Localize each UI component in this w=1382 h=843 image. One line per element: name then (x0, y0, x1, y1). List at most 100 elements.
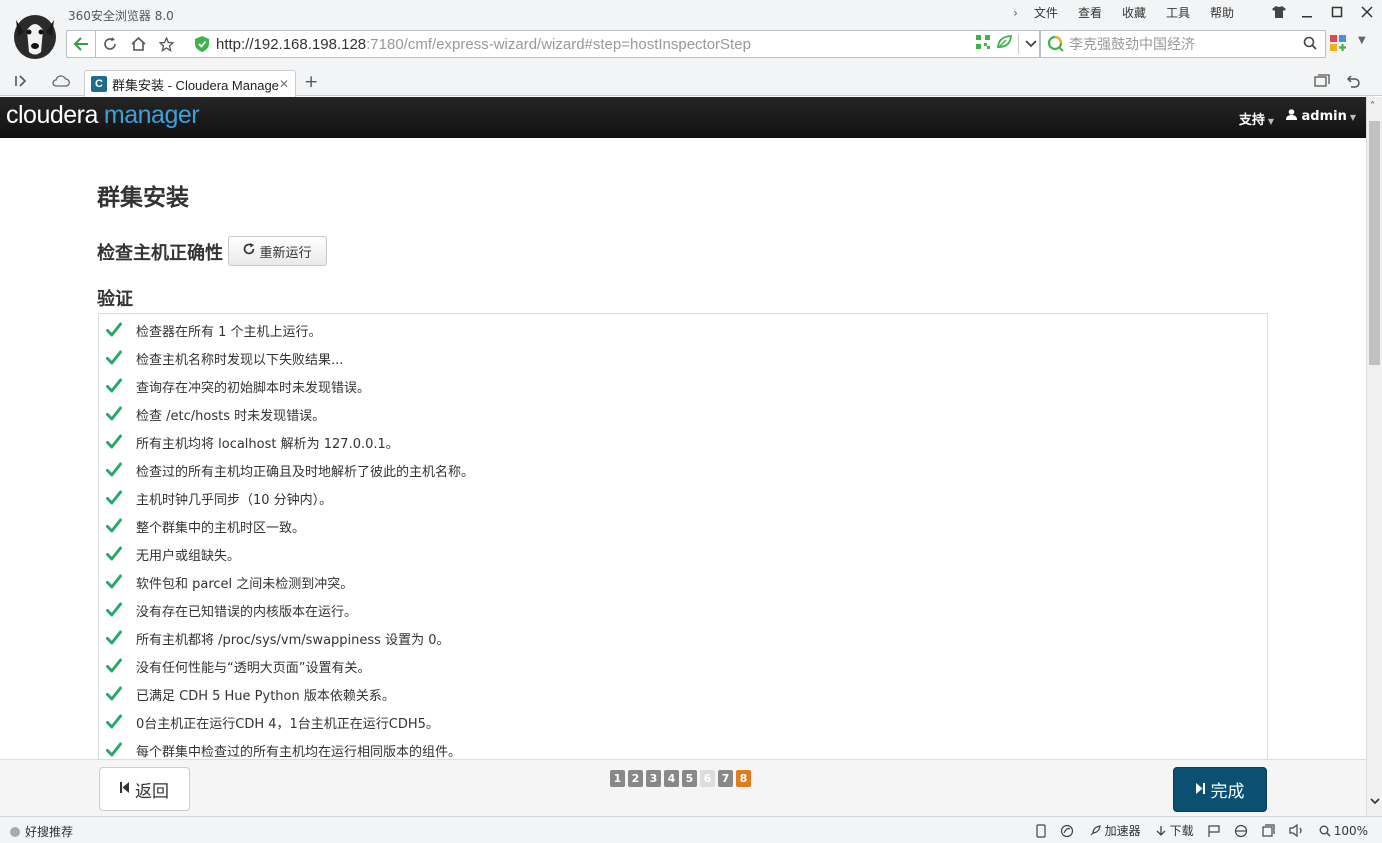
check-icon (106, 490, 122, 506)
check-icon (106, 518, 122, 534)
check-icon (106, 350, 122, 366)
ie-icon[interactable] (1234, 824, 1248, 838)
zoom-icon (1319, 825, 1331, 837)
star-icon[interactable] (152, 30, 180, 58)
check-text: 每个群集中检查过的所有主机均在运行相同版本的组件。 (136, 744, 462, 760)
status-left[interactable]: 好搜推荐 (10, 823, 73, 840)
accelerator-item[interactable]: 加速器 (1088, 822, 1141, 839)
menu-view[interactable]: 查看 (1068, 5, 1112, 21)
validation-list: 检查器在所有 1 个主机上运行。 检查主机名称时发现以下失败结果... 查询存在冲突… (99, 314, 1267, 759)
address-bar[interactable]: http://192.168.198.128:7180/cmf/express-… (180, 30, 1038, 58)
list-item: 所有主机均将 localhost 解析为 127.0.0.1。 (99, 428, 1267, 456)
scroll-down-icon[interactable] (1370, 797, 1380, 808)
wizard-footer: 返回 12345678 完成 (0, 759, 1366, 816)
finish-button[interactable]: 完成 (1173, 767, 1267, 812)
user-name: admin (1301, 109, 1347, 124)
support-menu[interactable]: 支持 ▼ (1239, 109, 1274, 128)
caret-down-icon: ▼ (1267, 117, 1274, 126)
check-text: 无用户或组缺失。 (136, 548, 241, 564)
check-text: 检查过的所有主机均正确且及时地解析了彼此的主机名称。 (136, 464, 475, 480)
scroll-up-icon[interactable]: ˄ (1370, 101, 1375, 112)
list-item: 无用户或组缺失。 (99, 540, 1267, 568)
tab-close-icon[interactable]: ✕ (279, 77, 289, 91)
tab-bar: C 群集安装 - Cloudera Manage ✕ + (0, 68, 1382, 97)
check-icon (106, 742, 122, 758)
check-text: 所有主机都将 /proc/sys/vm/swappiness 设置为 0。 (136, 632, 450, 648)
check-icon (106, 462, 122, 478)
qr-code-icon[interactable] (976, 35, 990, 53)
list-item: 已满足 CDH 5 Hue Python 版本依赖关系。 (99, 680, 1267, 708)
browser-tab[interactable]: C 群集安装 - Cloudera Manage ✕ (84, 70, 296, 97)
caret-down-icon[interactable]: ▼ (1358, 35, 1366, 46)
check-icon (106, 322, 122, 338)
maximize-icon[interactable] (1322, 0, 1352, 24)
step-2[interactable]: 2 (628, 770, 643, 787)
search-input[interactable]: 李克强鼓劲中国经济 (1040, 30, 1326, 58)
minimize-icon[interactable] (1292, 0, 1322, 24)
search-icon[interactable] (1303, 36, 1317, 53)
status-left-label: 好搜推荐 (25, 825, 74, 839)
apps-grid-icon[interactable] (1330, 35, 1348, 57)
scrollbar-thumb[interactable] (1369, 121, 1380, 365)
check-icon (106, 546, 122, 562)
check-text: 所有主机均将 localhost 解析为 127.0.0.1。 (136, 436, 399, 452)
back-arrow-icon[interactable] (66, 30, 96, 58)
step-4[interactable]: 4 (664, 770, 679, 787)
step-8[interactable]: 8 (736, 770, 751, 787)
new-tab-icon[interactable]: + (304, 72, 318, 92)
zoom-item[interactable]: 100% (1319, 824, 1368, 838)
user-avatar[interactable] (12, 10, 58, 60)
search-engine-icon[interactable] (1047, 35, 1065, 53)
home-icon[interactable] (124, 30, 152, 58)
flag-icon[interactable] (1208, 824, 1220, 837)
zoom-label: 100% (1333, 823, 1368, 838)
list-item: 检查过的所有主机均正确且及时地解析了彼此的主机名称。 (99, 456, 1267, 484)
user-menu[interactable]: admin ▼ (1285, 109, 1356, 124)
step-1[interactable]: 1 (610, 770, 625, 787)
check-icon (106, 714, 122, 730)
address-row: http://192.168.198.128:7180/cmf/express-… (66, 30, 1372, 58)
chevron-right-icon[interactable]: › (1013, 5, 1024, 21)
rerun-button[interactable]: 重新运行 (228, 236, 327, 266)
back-label: 返回 (135, 781, 169, 802)
vertical-scrollbar[interactable]: ˄ (1366, 97, 1382, 816)
menu-file[interactable]: 文件 (1024, 5, 1068, 21)
search-placeholder: 李克强鼓劲中国经济 (1069, 36, 1195, 52)
cloudera-favicon-icon: C (91, 76, 107, 92)
menu-tools[interactable]: 工具 (1156, 5, 1200, 21)
list-item: 整个群集中的主机时区一致。 (99, 512, 1267, 540)
cloud-icon[interactable] (52, 74, 70, 92)
leaf-icon[interactable] (996, 35, 1012, 53)
refresh-icon[interactable] (96, 30, 124, 58)
sidebar-toggle-icon[interactable] (14, 74, 28, 92)
close-icon[interactable] (1352, 0, 1382, 24)
check-text: 检查主机名称时发现以下失败结果... (136, 352, 344, 368)
step-7[interactable]: 7 (718, 770, 733, 787)
menu-help[interactable]: 帮助 (1200, 5, 1244, 21)
check-text: 检查 /etc/hosts 时未发现错误。 (136, 408, 326, 424)
url-host: http://192.168.198.128 (216, 35, 367, 53)
check-icon (106, 686, 122, 702)
chevron-down-icon[interactable] (1025, 37, 1037, 52)
rerun-label: 重新运行 (259, 245, 312, 261)
back-button[interactable]: 返回 (99, 767, 190, 811)
check-icon (106, 602, 122, 618)
step-6[interactable]: 6 (700, 770, 715, 787)
status-right: 加速器 下载 100% (1036, 822, 1368, 839)
step-5[interactable]: 5 (682, 770, 697, 787)
download-icon (1156, 825, 1166, 836)
undo-close-icon[interactable] (1346, 74, 1360, 92)
shield-status-icon[interactable] (1060, 824, 1074, 838)
download-item[interactable]: 下载 (1155, 822, 1194, 839)
page-content: 群集安装 检查主机正确性 重新运行 验证 检查器在所有 1 个主机上运行。 检查主… (0, 138, 1366, 759)
restore-tabs-icon[interactable] (1314, 74, 1330, 92)
volume-icon[interactable] (1289, 824, 1305, 837)
user-icon (1285, 109, 1302, 124)
skin-icon[interactable] (1266, 0, 1292, 24)
step-3[interactable]: 3 (646, 770, 661, 787)
menu-favorites[interactable]: 收藏 (1112, 5, 1156, 21)
window-icon[interactable] (1262, 824, 1275, 837)
check-text: 已满足 CDH 5 Hue Python 版本依赖关系。 (136, 688, 395, 704)
cloudera-manager-logo[interactable]: cloudera manager (6, 101, 200, 130)
mobile-icon[interactable] (1036, 823, 1046, 838)
